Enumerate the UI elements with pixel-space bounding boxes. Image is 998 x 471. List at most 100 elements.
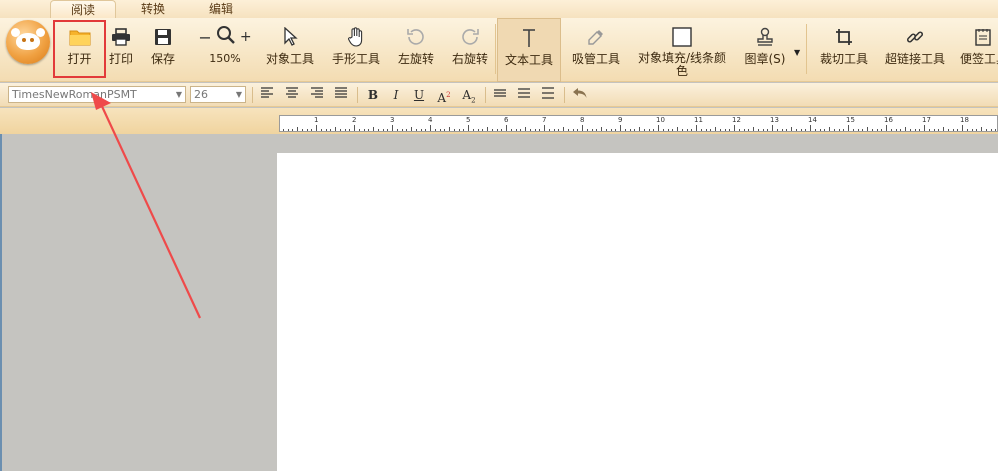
- ruler-tick: [415, 129, 417, 131]
- ruler-tick: [795, 129, 797, 131]
- app-logo[interactable]: [6, 20, 50, 64]
- ruler-tick: [392, 125, 393, 131]
- tab-edit[interactable]: 编辑: [188, 0, 254, 18]
- ruler-tick: [292, 129, 294, 131]
- zoom-level[interactable]: 150%: [193, 52, 257, 66]
- ruler-label: 12: [732, 116, 741, 124]
- ruler-tick: [981, 127, 982, 131]
- crop-tool-label: 裁切工具: [819, 52, 868, 66]
- stamp-label: 图章(S): [744, 52, 786, 66]
- fill-color-button[interactable]: 对象填充/线条颜色: [634, 18, 730, 82]
- open-label: 打开: [67, 52, 92, 66]
- font-family-value: TimesNewRomanPSMT: [12, 88, 137, 101]
- ruler-tick: [928, 129, 930, 131]
- hand-tool-button[interactable]: 手形工具: [329, 18, 383, 82]
- note-tool-button[interactable]: 便签工具: [960, 18, 998, 82]
- align-left-icon[interactable]: [257, 86, 277, 104]
- rotate-right-button[interactable]: 右旋转: [447, 18, 493, 82]
- ruler-label: 11: [694, 116, 703, 124]
- ruler-tick: [909, 129, 911, 131]
- align-right-icon[interactable]: [307, 86, 327, 104]
- ruler-tick: [354, 125, 355, 131]
- ruler-tick: [463, 129, 465, 131]
- ruler-tick: [339, 129, 341, 131]
- printer-icon: [110, 26, 132, 48]
- zoom-icon[interactable]: [216, 25, 236, 49]
- ruler-tick: [819, 129, 821, 131]
- ruler-tick: [358, 129, 360, 131]
- main-toolbar: 打开 打印 保存 − + 150% 对象工具 手形工具 左旋转 右旋转 文本工具…: [0, 18, 998, 82]
- ruler-tick: [449, 127, 450, 131]
- save-button[interactable]: 保存: [148, 18, 178, 82]
- picker-tool-label: 吸管工具: [571, 52, 620, 66]
- ruler-tick: [605, 129, 607, 131]
- undo-icon[interactable]: [570, 86, 590, 104]
- ruler-tick: [591, 129, 593, 131]
- ruler-tick: [886, 125, 887, 131]
- font-size-value: 26: [194, 88, 208, 101]
- ruler-tick: [791, 127, 792, 131]
- format-toolbar: TimesNewRomanPSMT ▼ 26 ▼ B I U A2 A2: [0, 83, 998, 107]
- ruler-tick: [520, 129, 522, 131]
- tab-read[interactable]: 阅读: [50, 0, 116, 18]
- subscript-icon[interactable]: A2: [459, 86, 479, 104]
- stamp-dropdown-arrow-icon[interactable]: ▼: [794, 48, 800, 57]
- ruler-tick: [705, 129, 707, 131]
- ruler-tick: [548, 129, 550, 131]
- object-tool-button[interactable]: 对象工具: [263, 18, 317, 82]
- underline-icon[interactable]: U: [409, 86, 429, 104]
- tab-convert[interactable]: 转换: [120, 0, 186, 18]
- ruler-tick: [734, 125, 735, 131]
- ruler-label: 5: [466, 116, 471, 124]
- text-tool-button[interactable]: 文本工具: [497, 18, 561, 82]
- ruler-tick: [995, 129, 997, 131]
- ruler-tick: [681, 129, 683, 131]
- zoom-in-icon[interactable]: +: [240, 29, 252, 45]
- stamp-button[interactable]: 图章(S): [740, 18, 790, 82]
- ruler-tick: [957, 129, 959, 131]
- save-label: 保存: [150, 52, 175, 66]
- ruler-tick: [990, 129, 992, 131]
- ruler-tick: [311, 129, 313, 131]
- ruler-tick: [748, 129, 750, 131]
- italic-icon[interactable]: I: [386, 86, 406, 104]
- ruler-tick: [895, 129, 897, 131]
- font-family-select[interactable]: TimesNewRomanPSMT ▼: [8, 86, 186, 103]
- ruler-tick: [586, 129, 588, 131]
- line-spacing-single-icon[interactable]: [490, 86, 510, 104]
- ruler-tick: [800, 129, 802, 131]
- ruler-tick: [572, 129, 574, 131]
- line-spacing-medium-icon[interactable]: [514, 86, 534, 104]
- align-center-icon[interactable]: [282, 86, 302, 104]
- print-button[interactable]: 打印: [106, 18, 136, 82]
- link-tool-button[interactable]: 超链接工具: [882, 18, 948, 82]
- format-divider: [485, 87, 486, 103]
- ruler-tick: [753, 127, 754, 131]
- bold-icon[interactable]: B: [363, 86, 383, 104]
- crop-tool-button[interactable]: 裁切工具: [816, 18, 872, 82]
- ruler-tick: [938, 129, 940, 131]
- ruler-tick: [772, 125, 773, 131]
- zoom-out-icon[interactable]: −: [198, 28, 211, 47]
- ruler-tick: [387, 129, 389, 131]
- document-page[interactable]: [277, 153, 998, 471]
- rotate-left-label: 左旋转: [397, 52, 434, 66]
- format-divider: [357, 87, 358, 103]
- ruler-tick: [947, 129, 949, 131]
- picker-tool-button[interactable]: 吸管工具: [568, 18, 624, 82]
- superscript-icon[interactable]: A2: [434, 86, 454, 105]
- line-spacing-double-icon[interactable]: [538, 86, 558, 104]
- ruler-tick: [487, 127, 488, 131]
- sticky-note-icon: [972, 26, 994, 48]
- ruler-tick: [943, 127, 944, 131]
- align-justify-icon[interactable]: [331, 86, 351, 104]
- note-tool-label: 便签工具: [960, 52, 998, 66]
- fill-color-label: 对象填充/线条颜色: [637, 51, 727, 78]
- font-size-select[interactable]: 26 ▼: [190, 86, 246, 103]
- ruler-tick: [282, 129, 284, 131]
- chevron-down-icon: ▼: [235, 90, 242, 99]
- open-button[interactable]: 打开: [53, 18, 106, 82]
- ruler-tick: [434, 129, 436, 131]
- ruler-tick: [900, 129, 902, 131]
- rotate-left-button[interactable]: 左旋转: [393, 18, 439, 82]
